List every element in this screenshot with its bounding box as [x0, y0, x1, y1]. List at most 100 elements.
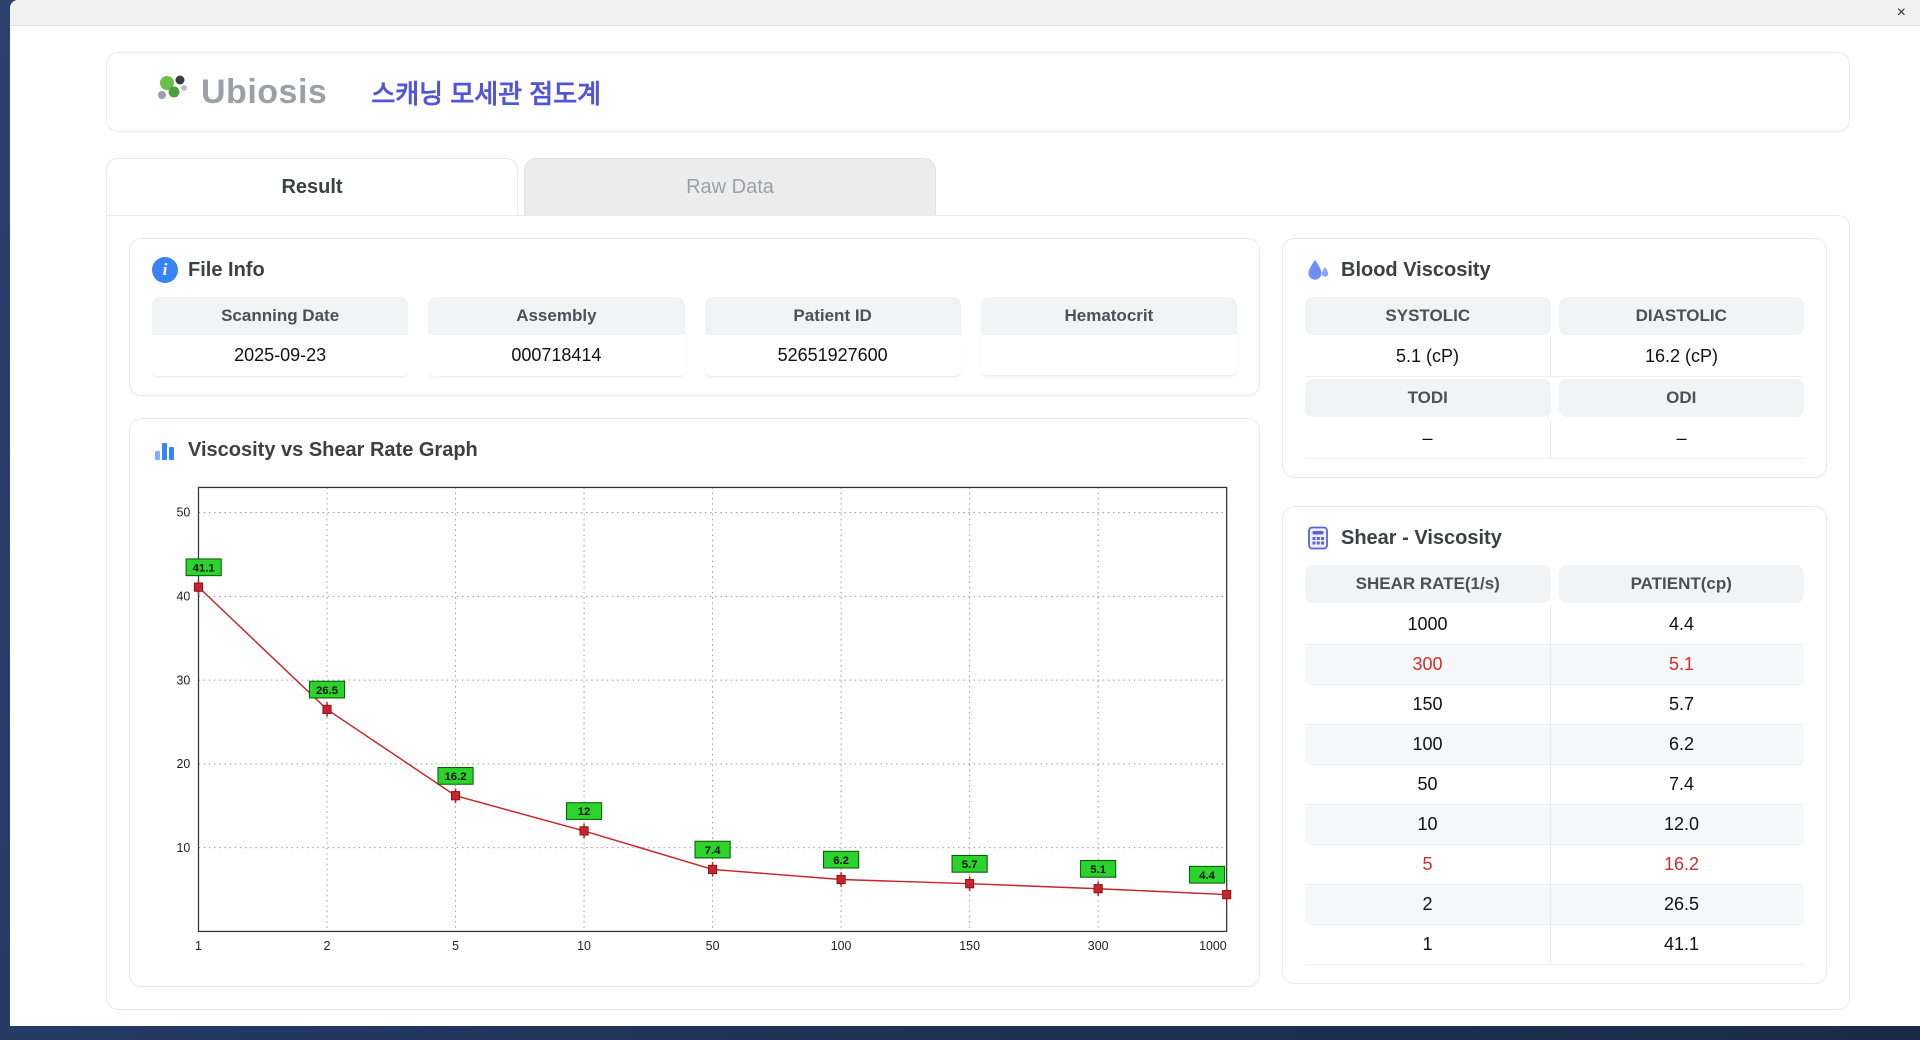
file-info-title: File Info	[188, 258, 265, 281]
svg-text:10: 10	[577, 939, 591, 953]
svg-text:50: 50	[706, 939, 720, 953]
tab-raw-data-label: Raw Data	[686, 175, 774, 198]
shear-viscosity-title: Shear - Viscosity	[1341, 526, 1502, 549]
graph-title: Viscosity vs Shear Rate Graph	[188, 438, 478, 461]
svg-text:16.2: 16.2	[445, 771, 467, 783]
graph-title-row: Viscosity vs Shear Rate Graph	[152, 437, 1237, 463]
odi-header: ODI	[1558, 379, 1804, 417]
patient-viscosity-value: 26.5	[1663, 894, 1700, 914]
systolic-header: SYSTOLIC	[1305, 297, 1551, 335]
patient-viscosity-value: 41.1	[1663, 934, 1700, 954]
info-icon: i	[152, 257, 178, 283]
shear-viscosity-row: 150 5.7	[1305, 685, 1804, 725]
file-info-field: Patient ID 52651927600	[704, 297, 961, 377]
svg-text:7.4: 7.4	[705, 845, 721, 857]
file-info-title-row: i File Info	[152, 257, 1237, 283]
svg-text:150: 150	[959, 939, 980, 953]
bv-header-row-2: TODI ODI	[1305, 379, 1804, 417]
diastolic-header: DIASTOLIC	[1558, 297, 1804, 335]
page-title: 스캐닝 모세관 점도계	[371, 78, 602, 109]
calculator-icon	[1308, 526, 1328, 550]
shear-rate-value: 300	[1305, 645, 1551, 684]
bar-chart-icon	[155, 443, 174, 460]
shear-rate-value: 100	[1305, 725, 1551, 764]
shear-rate-value: 1000	[1305, 605, 1551, 644]
tab-result[interactable]: Result	[106, 158, 518, 215]
content-area: Ubiosis 스캐닝 모세관 점도계 Result Raw Data i Fi…	[10, 26, 1920, 1026]
bv-value-row: 5.1 (cP) 16.2 (cP)	[1305, 337, 1804, 377]
close-icon[interactable]: ×	[1897, 4, 1906, 21]
sv-rows: 1000 4.4 300 5.1 150 5.7 100 6.2 50 7.4 10 12.0 5 16.…	[1305, 605, 1804, 965]
shear-viscosity-row: 2 26.5	[1305, 885, 1804, 925]
svg-text:2: 2	[324, 939, 331, 953]
field-value: 000718414	[428, 335, 685, 377]
svg-text:50: 50	[176, 506, 190, 520]
svg-text:20: 20	[176, 757, 190, 771]
todi-value: –	[1305, 419, 1551, 458]
titlebar: ×	[10, 0, 1920, 26]
bv-value-row-2: – –	[1305, 419, 1804, 459]
svg-text:1: 1	[195, 939, 202, 953]
header-card: Ubiosis 스캐닝 모세관 점도계	[106, 52, 1850, 132]
logo-text: Ubiosis	[201, 72, 328, 111]
patient-header: PATIENT(cp)	[1558, 565, 1804, 603]
svg-text:10: 10	[176, 841, 190, 855]
field-label: Scanning Date	[152, 297, 409, 335]
patient-viscosity-value: 6.2	[1668, 734, 1695, 754]
shear-rate-value: 2	[1305, 885, 1551, 924]
shear-viscosity-row: 1000 4.4	[1305, 605, 1804, 645]
result-panel: i File Info Scanning Date 2025-09-23 Assem…	[106, 215, 1850, 1010]
graph-card: Viscosity vs Shear Rate Graph 10 20 30 40 50…	[129, 418, 1260, 987]
svg-text:100: 100	[831, 939, 852, 953]
svg-text:5: 5	[452, 939, 459, 953]
blood-viscosity-title-row: Blood Viscosity	[1305, 257, 1804, 283]
patient-viscosity-value: 4.4	[1668, 614, 1695, 634]
shear-rate-value: 50	[1305, 765, 1551, 804]
app-window: × Ubiosis 스캐닝 모세관 점도계 Result Raw Data i …	[10, 0, 1920, 1026]
shear-rate-value: 1	[1305, 925, 1551, 964]
svg-text:26.5: 26.5	[316, 685, 339, 697]
viscosity-shear-chart: 10203040501 2 5 10 50 100 150 300 100041.126.516…	[176, 486, 1232, 953]
blood-viscosity-card: Blood Viscosity SYSTOLIC DIASTOLIC 5.1 (…	[1282, 238, 1827, 478]
shear-viscosity-row: 50 7.4	[1305, 765, 1804, 805]
field-label: Assembly	[428, 297, 685, 335]
shear-viscosity-row: 10 12.0	[1305, 805, 1804, 845]
patient-viscosity-value: 5.1	[1668, 654, 1695, 674]
field-value	[980, 335, 1237, 376]
svg-text:41.1: 41.1	[193, 562, 216, 574]
svg-text:4.4: 4.4	[1199, 870, 1215, 882]
shear-viscosity-row: 5 16.2	[1305, 845, 1804, 885]
droplet-icon	[1308, 260, 1329, 280]
file-info-field: Hematocrit	[980, 297, 1237, 377]
patient-viscosity-value: 16.2	[1663, 854, 1700, 874]
svg-text:1000: 1000	[1199, 939, 1227, 953]
blood-viscosity-title: Blood Viscosity	[1341, 258, 1491, 281]
tab-raw-data[interactable]: Raw Data	[524, 158, 936, 215]
svg-text:40: 40	[176, 589, 190, 603]
shear-viscosity-title-row: Shear - Viscosity	[1305, 525, 1804, 551]
shear-viscosity-card: Shear - Viscosity SHEAR RATE(1/s) PATIEN…	[1282, 506, 1827, 984]
field-label: Hematocrit	[980, 297, 1237, 335]
patient-viscosity-value: 7.4	[1668, 774, 1695, 794]
shear-viscosity-row: 300 5.1	[1305, 645, 1804, 685]
systolic-value: 5.1 (cP)	[1305, 337, 1551, 376]
svg-text:5.7: 5.7	[962, 859, 978, 871]
odi-value: –	[1676, 428, 1687, 448]
file-info-card: i File Info Scanning Date 2025-09-23 Assem…	[129, 238, 1260, 396]
shear-viscosity-row: 100 6.2	[1305, 725, 1804, 765]
right-column: Blood Viscosity SYSTOLIC DIASTOLIC 5.1 (…	[1282, 238, 1827, 987]
field-value: 52651927600	[704, 335, 961, 377]
svg-text:12: 12	[578, 806, 591, 818]
diastolic-value: 16.2 (cP)	[1644, 346, 1719, 366]
todi-header: TODI	[1305, 379, 1551, 417]
shear-viscosity-table: SHEAR RATE(1/s) PATIENT(cp) 1000 4.4 300 5.…	[1305, 565, 1804, 965]
field-label: Patient ID	[704, 297, 961, 335]
leaf-logo-icon	[158, 75, 187, 99]
svg-text:6.2: 6.2	[833, 855, 849, 867]
blood-viscosity-table: SYSTOLIC DIASTOLIC 5.1 (cP) 16.2 (cP) TO…	[1305, 297, 1804, 459]
svg-text:300: 300	[1088, 939, 1109, 953]
file-info-field: Scanning Date 2025-09-23	[152, 297, 409, 377]
patient-viscosity-value: 12.0	[1663, 814, 1700, 834]
svg-text:5.1: 5.1	[1090, 864, 1106, 876]
patient-viscosity-value: 5.7	[1668, 694, 1695, 714]
